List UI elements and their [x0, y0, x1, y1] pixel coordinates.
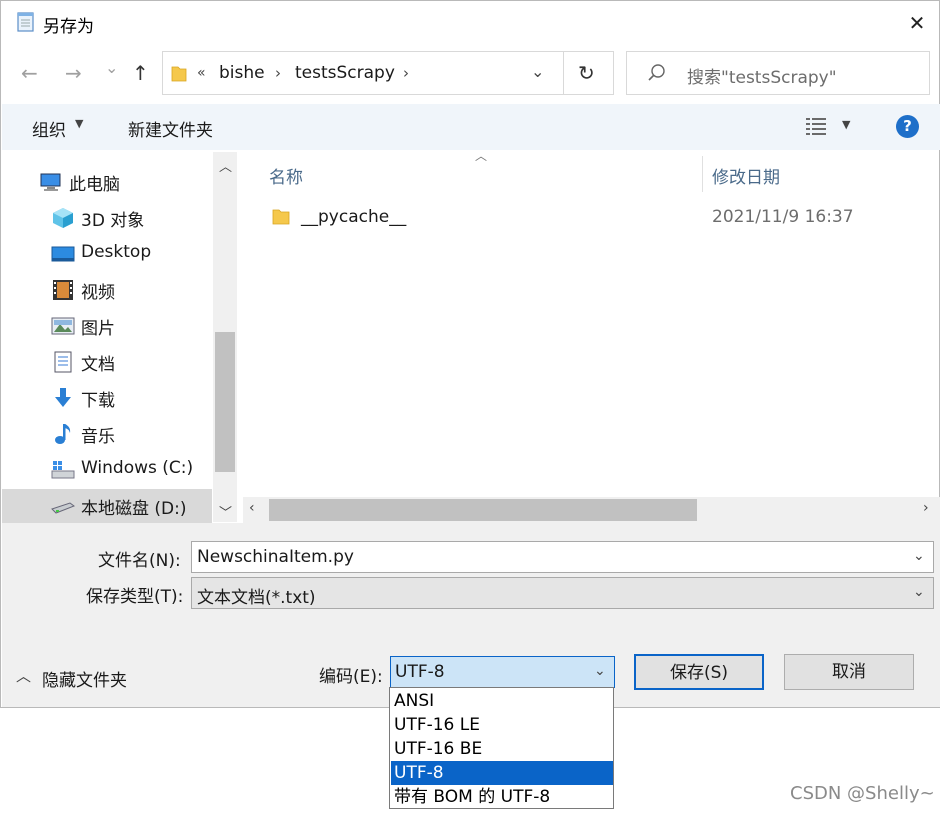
new-folder-button[interactable]: 新建文件夹 [128, 116, 213, 141]
scroll-left-arrow[interactable]: ‹ [249, 500, 255, 516]
sidebar-item-this-pc[interactable]: 此电脑 [39, 165, 199, 199]
chevron-up-icon: ︿ [16, 667, 32, 685]
breadcrumb-testsscrapy[interactable]: testsScrapy [295, 63, 395, 83]
download-icon [51, 387, 75, 409]
sidebar-item-label: Windows (C:) [81, 458, 194, 478]
table-row[interactable]: __pycache__ 2021/11/9 16:37 [263, 201, 923, 233]
caret-down-icon[interactable]: ▼ [842, 118, 850, 131]
document-icon [51, 351, 75, 373]
drive-d-icon [51, 495, 76, 517]
filetype-value: 文本文档(*.txt) [197, 588, 316, 608]
sidebar-item-downloads[interactable]: 下载 [51, 381, 211, 415]
search-icon [647, 63, 667, 87]
sort-ascending-icon: ︿ [475, 149, 488, 163]
close-button[interactable]: ✕ [899, 5, 935, 41]
file-modified: 2021/11/9 16:37 [712, 207, 854, 227]
computer-icon [39, 171, 63, 193]
sidebar-item-label: 文档 [81, 355, 115, 375]
chevron-right-icon: › [403, 64, 409, 82]
column-header-modified[interactable]: 修改日期 [712, 163, 780, 188]
sidebar-item-label: 下载 [81, 391, 115, 411]
chevron-down-icon[interactable]: ⌄ [913, 584, 925, 600]
desktop-icon [51, 243, 75, 265]
notepad-icon [16, 11, 36, 33]
encoding-value: UTF-8 [395, 662, 445, 682]
breadcrumb-overflow[interactable]: « [197, 65, 206, 81]
organize-menu[interactable]: 组织 [32, 116, 66, 141]
filename-field[interactable]: NewschinaItem.py ⌄ [191, 541, 934, 573]
sidebar-item-label: 视频 [81, 283, 115, 303]
video-icon [51, 279, 75, 301]
hide-folders-toggle[interactable]: ︿ 隐藏文件夹 [16, 665, 156, 691]
scroll-down-arrow[interactable]: ﹀ [219, 502, 232, 521]
sidebar-item-desktop[interactable]: Desktop [51, 237, 211, 271]
divider [563, 52, 564, 94]
forward-button[interactable]: → [65, 61, 82, 85]
cube-icon [51, 207, 75, 229]
scroll-right-arrow[interactable]: › [923, 500, 929, 516]
sidebar-item-documents[interactable]: 文档 [51, 345, 211, 379]
window-title: 另存为 [43, 17, 94, 37]
sidebar-item-label: 3D 对象 [81, 211, 145, 231]
scroll-up-arrow[interactable]: ︿ [219, 156, 232, 175]
encoding-select[interactable]: UTF-8 ⌄ [390, 656, 615, 688]
folder-icon [271, 206, 291, 230]
hide-folders-label: 隐藏文件夹 [42, 671, 127, 691]
chevron-down-icon[interactable]: ⌄ [531, 62, 544, 81]
encoding-option-utf16le[interactable]: UTF-16 LE [391, 713, 613, 737]
chevron-down-icon[interactable]: ⌄ [594, 663, 606, 679]
drive-c-icon [51, 459, 75, 481]
sidebar-item-label: 图片 [81, 319, 115, 339]
save-button[interactable]: 保存(S) [634, 654, 764, 690]
column-header-name[interactable]: 名称 [269, 163, 303, 188]
filetype-select[interactable]: 文本文档(*.txt) ⌄ [191, 577, 934, 609]
picture-icon [51, 315, 75, 337]
encoding-option-utf8-bom[interactable]: 带有 BOM 的 UTF-8 [391, 785, 613, 809]
save-as-dialog: 另存为 ✕ ← → ⌄ ↑ « bishe › testsScrapy › ⌄ … [0, 0, 940, 708]
watermark: CSDN @Shelly~ [790, 783, 935, 804]
chevron-right-icon: › [275, 64, 281, 82]
folder-icon [171, 63, 187, 87]
sidebar-item-drive-d[interactable]: 本地磁盘 (D:) [51, 489, 211, 523]
breadcrumb-bishe[interactable]: bishe [219, 63, 265, 83]
recent-locations-button[interactable]: ⌄ [105, 58, 118, 77]
refresh-button[interactable]: ↻ [578, 61, 595, 85]
sidebar-item-videos[interactable]: 视频 [51, 273, 211, 307]
sidebar-scrollbar[interactable]: ︿ ﹀ [213, 152, 237, 522]
encoding-dropdown: ANSI UTF-16 LE UTF-16 BE UTF-8 带有 BOM 的 … [389, 687, 614, 809]
encoding-option-utf8[interactable]: UTF-8 [391, 761, 613, 785]
up-button[interactable]: ↑ [132, 61, 149, 85]
sidebar-item-label: Desktop [81, 242, 152, 262]
filetype-label: 保存类型(T): [86, 587, 184, 607]
search-placeholder: 搜索"testsScrapy" [687, 68, 837, 88]
music-icon [51, 423, 75, 445]
sidebar-item-drive-c[interactable]: Windows (C:) [51, 453, 211, 487]
file-list-hscrollbar[interactable]: ‹ › [243, 497, 940, 523]
sidebar-item-label: 此电脑 [69, 175, 120, 195]
address-bar[interactable]: « bishe › testsScrapy › ⌄ ↻ [162, 51, 614, 95]
caret-down-icon: ▼ [75, 117, 84, 130]
column-divider[interactable] [702, 156, 703, 192]
encoding-option-ansi[interactable]: ANSI [391, 689, 613, 713]
sidebar-item-3d-objects[interactable]: 3D 对象 [51, 201, 211, 235]
encoding-option-utf16be[interactable]: UTF-16 BE [391, 737, 613, 761]
chevron-down-icon[interactable]: ⌄ [913, 548, 925, 564]
command-toolbar: 组织 ▼ 新建文件夹 ▼ ? [2, 104, 940, 150]
sidebar-item-pictures[interactable]: 图片 [51, 309, 211, 343]
sidebar-item-label: 音乐 [81, 427, 115, 447]
file-name: __pycache__ [301, 207, 407, 227]
search-box[interactable]: 搜索"testsScrapy" [626, 51, 930, 95]
help-icon[interactable]: ? [896, 115, 919, 138]
back-button[interactable]: ← [21, 61, 38, 85]
view-options-icon[interactable] [806, 116, 828, 140]
sidebar-item-label: 本地磁盘 (D:) [81, 499, 187, 519]
scrollbar-thumb[interactable] [215, 332, 235, 472]
sidebar-item-music[interactable]: 音乐 [51, 417, 211, 451]
scrollbar-thumb[interactable] [269, 499, 697, 521]
cancel-button[interactable]: 取消 [784, 654, 914, 690]
filename-label: 文件名(N): [98, 551, 181, 571]
encoding-label: 编码(E): [319, 667, 383, 687]
filename-value: NewschinaItem.py [197, 547, 354, 567]
